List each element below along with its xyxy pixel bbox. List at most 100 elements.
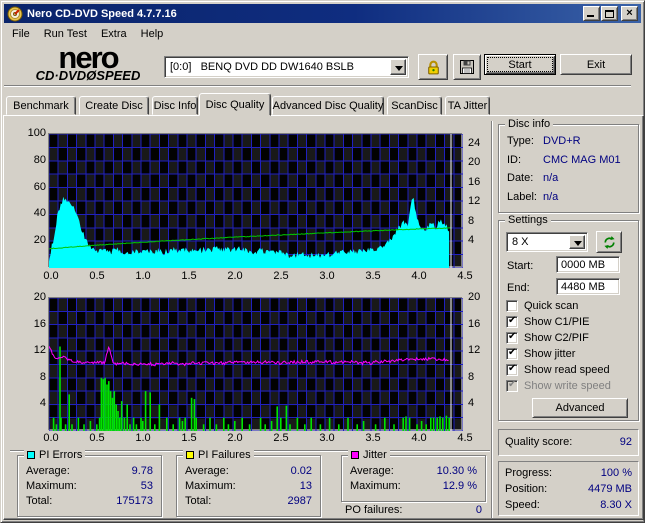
pi_failures-bar bbox=[442, 417, 444, 431]
checkbox-show-read-speed[interactable]: ✔ Show read speed bbox=[506, 363, 610, 376]
checkbox-quick-scan[interactable]: Quick scan bbox=[506, 299, 578, 312]
x-axis-tick-label: 1.5 bbox=[181, 270, 197, 282]
tab-disc-info[interactable]: Disc Info bbox=[152, 96, 198, 115]
menu-item-help[interactable]: Help bbox=[134, 26, 171, 42]
menu-item-file[interactable]: File bbox=[5, 26, 37, 42]
pi_failures-bar bbox=[285, 405, 288, 431]
tab-disc-quality[interactable]: Disc Quality bbox=[199, 93, 271, 116]
tab-benchmark[interactable]: Benchmark bbox=[6, 96, 76, 115]
pi-errors-row-value: 9.78 bbox=[131, 465, 153, 477]
jitter-row-value: 10.30 % bbox=[436, 465, 477, 477]
disc-info-title: Disc info bbox=[505, 118, 554, 130]
pi_failures-bar bbox=[71, 424, 73, 431]
y-axis-tick-label: 40 bbox=[33, 207, 46, 220]
tab-create-disc[interactable]: Create Disc bbox=[79, 96, 149, 115]
pi_failures-bar bbox=[55, 424, 58, 431]
pi_failures-bar bbox=[408, 417, 411, 431]
show-c2-pif-checkbox-box[interactable]: ✔ bbox=[506, 331, 518, 344]
checkbox-show-write-speed[interactable]: ✔ Show write speed bbox=[506, 379, 611, 392]
pi-failures-title: PI Failures bbox=[183, 449, 254, 461]
pi_failures-bar bbox=[264, 424, 266, 431]
y2-axis-tick-label: 12 bbox=[468, 344, 481, 357]
lock-drive-button[interactable] bbox=[418, 54, 448, 80]
pi_failures-bar bbox=[113, 391, 116, 431]
jitter-legend-swatch bbox=[351, 451, 359, 459]
checkbox-show-c1-pie[interactable]: ✔ Show C1/PIE bbox=[506, 315, 589, 328]
show-write-speed-checkbox-box[interactable]: ✔ bbox=[506, 379, 518, 392]
show-jitter-checkbox-box[interactable]: ✔ bbox=[506, 347, 518, 360]
show-read-speed-checkbox-box[interactable]: ✔ bbox=[506, 362, 518, 376]
pi-failures-row: Average: 0.02 bbox=[185, 465, 312, 478]
pi_failures-bar bbox=[338, 424, 340, 431]
disc-info-row: ID: CMC MAG M01 bbox=[507, 154, 632, 166]
pi-failures-row-label: Average: bbox=[185, 465, 229, 477]
pi_failures-bar bbox=[142, 421, 144, 431]
pi_failures-bar bbox=[120, 401, 123, 431]
drive-select-dropdown-button[interactable] bbox=[390, 59, 406, 75]
tab-strip: Benchmark Create Disc Disc Info Disc Qualit… bbox=[1, 93, 644, 116]
pi_failures-bar bbox=[310, 417, 312, 431]
po-failures-row: PO failures: 0 bbox=[345, 504, 482, 517]
progress-row-value: 8.30 X bbox=[600, 499, 632, 511]
quick-scan-checkbox-label: Quick scan bbox=[524, 299, 579, 312]
minimize-button[interactable] bbox=[583, 6, 600, 21]
pi_failures-bar bbox=[132, 417, 135, 431]
y-axis-tick-label: 20 bbox=[33, 234, 46, 247]
disc-info-row: Type: DVD+R bbox=[507, 135, 632, 147]
jitter-row-label: Average: bbox=[350, 465, 394, 477]
pi_failures-bar bbox=[89, 421, 92, 431]
start-button[interactable]: Start bbox=[484, 54, 556, 75]
pi_failures-bar bbox=[102, 379, 105, 431]
disc-info-title-label: Disc info bbox=[508, 118, 551, 130]
po-failures-label: PO failures: bbox=[345, 504, 403, 516]
x-axis-tick-label: 1.0 bbox=[135, 270, 151, 282]
progress-row: Progress: 100 % bbox=[505, 467, 632, 480]
refresh-button[interactable] bbox=[596, 231, 622, 253]
jitter-series bbox=[49, 345, 449, 367]
drive-select[interactable]: [0:0] BENQ DVD DD DW1640 BSLB bbox=[164, 56, 409, 78]
pi_failures-bar bbox=[270, 421, 273, 431]
quick-scan-checkbox-box[interactable] bbox=[506, 299, 518, 312]
pi_failures-bar bbox=[234, 421, 236, 431]
settings-groupbox: Settings 8 X Start: 0000 MB End: 4480 MB Quick… bbox=[498, 214, 639, 421]
pi_failures-bar bbox=[356, 424, 358, 431]
pi_failures-bar bbox=[347, 417, 349, 431]
pi-failures-row-value: 0.02 bbox=[290, 465, 312, 477]
checkbox-show-c2-pif[interactable]: ✔ Show C2/PIF bbox=[506, 331, 589, 344]
tab-scandisc[interactable]: ScanDisc bbox=[387, 96, 442, 115]
pi_failures-bar bbox=[154, 424, 156, 431]
show-jitter-checkbox-label: Show jitter bbox=[524, 347, 576, 360]
pi_errors-series bbox=[49, 196, 450, 268]
title-bar: Nero CD-DVD Speed 4.7.7.16 × bbox=[4, 4, 641, 23]
pi_failures-bar bbox=[172, 424, 174, 431]
end-field[interactable]: 4480 MB bbox=[556, 278, 620, 295]
exit-button[interactable]: Exit bbox=[560, 54, 632, 75]
chart-plot-pi_errors bbox=[48, 133, 463, 268]
y2-axis-tick-label: 12 bbox=[468, 195, 481, 208]
pi-failures-row-value: 2987 bbox=[287, 495, 312, 507]
save-button[interactable] bbox=[453, 54, 481, 80]
progress-panel: Progress: 100 % Position: 4479 MB Speed: 8.30… bbox=[498, 461, 639, 516]
check-mark-icon: ✔ bbox=[508, 362, 517, 374]
disc-info-row-value: n/a bbox=[543, 172, 559, 184]
pi_failures-bar bbox=[135, 424, 138, 431]
show-c1-pie-checkbox-box[interactable]: ✔ bbox=[506, 315, 518, 328]
checkbox-show-jitter[interactable]: ✔ Show jitter bbox=[506, 347, 575, 360]
x-axis-tick-label: 1.0 bbox=[135, 432, 151, 444]
scan-speed-dropdown-button[interactable] bbox=[569, 235, 585, 249]
y2-axis-tick-label: 20 bbox=[468, 156, 481, 169]
scan-speed-select[interactable]: 8 X bbox=[506, 232, 588, 252]
close-button[interactable]: × bbox=[621, 6, 638, 21]
tab-ta-jitter[interactable]: TA Jitter bbox=[445, 96, 490, 115]
tab-advanced-disc-quality[interactable]: Advanced Disc Quality bbox=[272, 96, 384, 115]
settings-title: Settings bbox=[505, 214, 551, 226]
y-axis-tick-label: 100 bbox=[27, 127, 46, 139]
pi-failures-groupbox: PI Failures Average: 0.02 Maximum: 13 Total: 2… bbox=[176, 449, 321, 517]
pi-failures-row: Maximum: 13 bbox=[185, 480, 312, 493]
maximize-button[interactable] bbox=[601, 6, 618, 21]
start-field[interactable]: 0000 MB bbox=[556, 256, 620, 273]
disc-quality-tab-panel: 100 80 60 40 20 24 20 16 12 8 4 0.0 0.5 1.0 1.5 2.0 2.5 3… bbox=[3, 115, 644, 520]
advanced-button[interactable]: Advanced bbox=[532, 398, 628, 418]
pi_failures-bar bbox=[304, 424, 306, 431]
x-axis-tick-label: 2.0 bbox=[227, 432, 243, 444]
